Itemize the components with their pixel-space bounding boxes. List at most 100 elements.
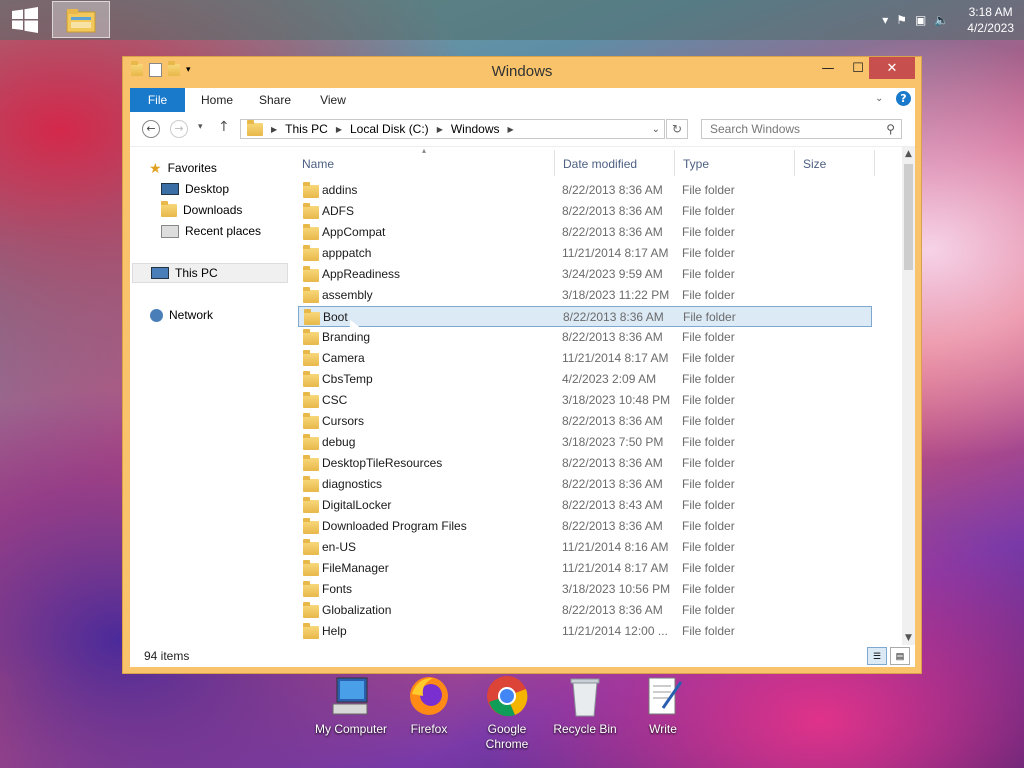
- nav-network[interactable]: Network: [150, 305, 213, 325]
- nav-this-pc[interactable]: This PC: [132, 263, 288, 283]
- file-row[interactable]: FileManager 11/21/2014 8:17 AM File folder: [298, 558, 872, 579]
- file-row[interactable]: Camera 11/21/2014 8:17 AM File folder: [298, 348, 872, 369]
- column-size[interactable]: Size: [803, 154, 826, 174]
- scroll-thumb[interactable]: [904, 164, 913, 270]
- file-row[interactable]: Downloaded Program Files 8/22/2013 8:36 A…: [298, 516, 872, 537]
- help-icon[interactable]: ?: [896, 91, 911, 106]
- chevron-right-icon: ▶: [271, 124, 278, 134]
- file-row[interactable]: ADFS 8/22/2013 8:36 AM File folder: [298, 201, 872, 222]
- folder-icon: [304, 309, 320, 325]
- file-date-modified: 8/22/2013 8:36 AM: [562, 330, 663, 344]
- file-type: File folder: [682, 477, 735, 491]
- chevron-right-icon: ▶: [335, 124, 342, 134]
- tab-home[interactable]: Home: [192, 88, 242, 112]
- column-name[interactable]: Name: [302, 154, 334, 174]
- show-hidden-icons-icon[interactable]: ▾: [882, 13, 888, 27]
- forward-button[interactable]: →: [170, 120, 188, 138]
- nav-desktop[interactable]: Desktop: [161, 179, 229, 199]
- desktop-icon-google-chrome[interactable]: Google Chrome: [465, 674, 549, 752]
- file-row[interactable]: diagnostics 8/22/2013 8:36 AM File folder: [298, 474, 872, 495]
- file-row[interactable]: CbsTemp 4/2/2023 2:09 AM File folder: [298, 369, 872, 390]
- breadcrumb-windows[interactable]: Windows: [451, 122, 500, 136]
- details-view-button[interactable]: ☰: [867, 647, 887, 665]
- desktop-icon-my-computer[interactable]: My Computer: [309, 674, 393, 737]
- vertical-scrollbar[interactable]: ▲ ▼: [902, 147, 915, 645]
- desktop-icon-label: Recycle Bin: [553, 722, 617, 736]
- file-name: en-US: [322, 540, 357, 554]
- write-icon: [641, 674, 685, 718]
- column-divider[interactable]: [794, 150, 795, 176]
- up-button[interactable]: ↑: [218, 119, 230, 135]
- network-icon[interactable]: ▣: [915, 13, 926, 27]
- nav-downloads[interactable]: Downloads: [161, 200, 242, 220]
- desktop-icon-firefox[interactable]: Firefox: [387, 674, 471, 737]
- file-row[interactable]: Fonts 3/18/2023 10:56 PM File folder: [298, 579, 872, 600]
- file-row[interactable]: assembly 3/18/2023 11:22 PM File folder: [298, 285, 872, 306]
- column-divider[interactable]: [674, 150, 675, 176]
- file-row[interactable]: debug 3/18/2023 7:50 PM File folder: [298, 432, 872, 453]
- volume-muted-icon[interactable]: 🔈: [934, 13, 949, 27]
- system-tray: ▾ ⚑ ▣ 🔈 3:18 AM 4/2/2023: [878, 0, 1014, 40]
- file-name: Help: [322, 624, 347, 638]
- desktop-icon-recycle-bin[interactable]: Recycle Bin: [543, 674, 627, 737]
- file-row[interactable]: DesktopTileResources 8/22/2013 8:36 AM Fil…: [298, 453, 872, 474]
- file-name: AppReadiness: [322, 267, 401, 281]
- tab-share[interactable]: Share: [250, 88, 300, 112]
- file-row[interactable]: addins 8/22/2013 8:36 AM File folder: [298, 180, 872, 201]
- sort-ascending-icon: ▴: [422, 147, 427, 155]
- file-row[interactable]: apppatch 11/21/2014 8:17 AM File folder: [298, 243, 872, 264]
- file-row[interactable]: Boot 8/22/2013 8:36 AM File folder: [298, 306, 872, 327]
- taskbar: ▾ ⚑ ▣ 🔈 3:18 AM 4/2/2023: [0, 0, 1024, 40]
- file-date-modified: 8/22/2013 8:36 AM: [562, 477, 663, 491]
- nav-downloads-label: Downloads: [183, 203, 243, 217]
- file-date-modified: 11/21/2014 12:00 ...: [562, 624, 668, 638]
- column-divider[interactable]: [874, 150, 875, 176]
- column-divider[interactable]: [554, 150, 555, 176]
- file-type: File folder: [682, 456, 735, 470]
- file-type: File folder: [682, 624, 735, 638]
- file-row[interactable]: en-US 11/21/2014 8:16 AM File folder: [298, 537, 872, 558]
- file-row[interactable]: CSC 3/18/2023 10:48 PM File folder: [298, 390, 872, 411]
- folder-icon: [303, 581, 319, 597]
- computer-icon: [151, 267, 169, 279]
- file-row[interactable]: AppReadiness 3/24/2023 9:59 AM File folder: [298, 264, 872, 285]
- action-center-flag-icon[interactable]: ⚑: [896, 13, 907, 27]
- refresh-button[interactable]: ↻: [666, 119, 688, 139]
- minimize-button[interactable]: —: [813, 57, 843, 79]
- clock[interactable]: 3:18 AM 4/2/2023: [967, 4, 1014, 36]
- file-date-modified: 11/21/2014 8:16 AM: [562, 540, 669, 554]
- file-date-modified: 8/22/2013 8:36 AM: [562, 519, 663, 533]
- file-date-modified: 8/22/2013 8:36 AM: [563, 310, 664, 324]
- column-date-modified[interactable]: Date modified: [563, 154, 637, 174]
- tab-file[interactable]: File: [130, 88, 185, 112]
- scroll-up-icon[interactable]: ▲: [902, 149, 915, 159]
- recent-locations-icon[interactable]: ▾: [198, 122, 203, 132]
- folder-icon: [303, 518, 319, 534]
- file-row[interactable]: Globalization 8/22/2013 8:36 AM File folde…: [298, 600, 872, 621]
- nav-recent-places[interactable]: Recent places: [161, 221, 261, 241]
- large-icons-view-button[interactable]: ▤: [890, 647, 910, 665]
- back-button[interactable]: ←: [142, 120, 160, 138]
- breadcrumb-local-disk[interactable]: Local Disk (C:): [350, 122, 429, 136]
- file-name: DesktopTileResources: [322, 456, 443, 470]
- address-dropdown-icon[interactable]: ⌄: [652, 124, 660, 135]
- column-type[interactable]: Type: [683, 154, 709, 174]
- title-bar[interactable]: ▾ Windows — ☐ ✕: [123, 57, 921, 87]
- taskbar-file-explorer[interactable]: [52, 1, 110, 38]
- breadcrumb-this-pc[interactable]: This PC: [285, 122, 328, 136]
- tab-view[interactable]: View: [308, 88, 358, 112]
- expand-ribbon-icon[interactable]: ⌄: [875, 93, 883, 104]
- file-row[interactable]: Branding 8/22/2013 8:36 AM File folder: [298, 327, 872, 348]
- file-row[interactable]: DigitalLocker 8/22/2013 8:43 AM File folde…: [298, 495, 872, 516]
- close-button[interactable]: ✕: [869, 57, 915, 79]
- file-row[interactable]: Help 11/21/2014 12:00 ... File folder: [298, 621, 872, 642]
- desktop-icon-write[interactable]: Write: [621, 674, 705, 737]
- scroll-down-icon[interactable]: ▼: [902, 633, 915, 643]
- search-input[interactable]: Search Windows ⚲: [701, 119, 902, 139]
- nav-favorites[interactable]: ★ Favorites: [149, 158, 217, 178]
- file-row[interactable]: Cursors 8/22/2013 8:36 AM File folder: [298, 411, 872, 432]
- recent-places-icon: [161, 224, 179, 238]
- file-row[interactable]: AppCompat 8/22/2013 8:36 AM File folder: [298, 222, 872, 243]
- address-bar[interactable]: ▶ This PC ▶ Local Disk (C:) ▶ Windows ▶ …: [240, 119, 665, 139]
- start-button[interactable]: [0, 0, 50, 40]
